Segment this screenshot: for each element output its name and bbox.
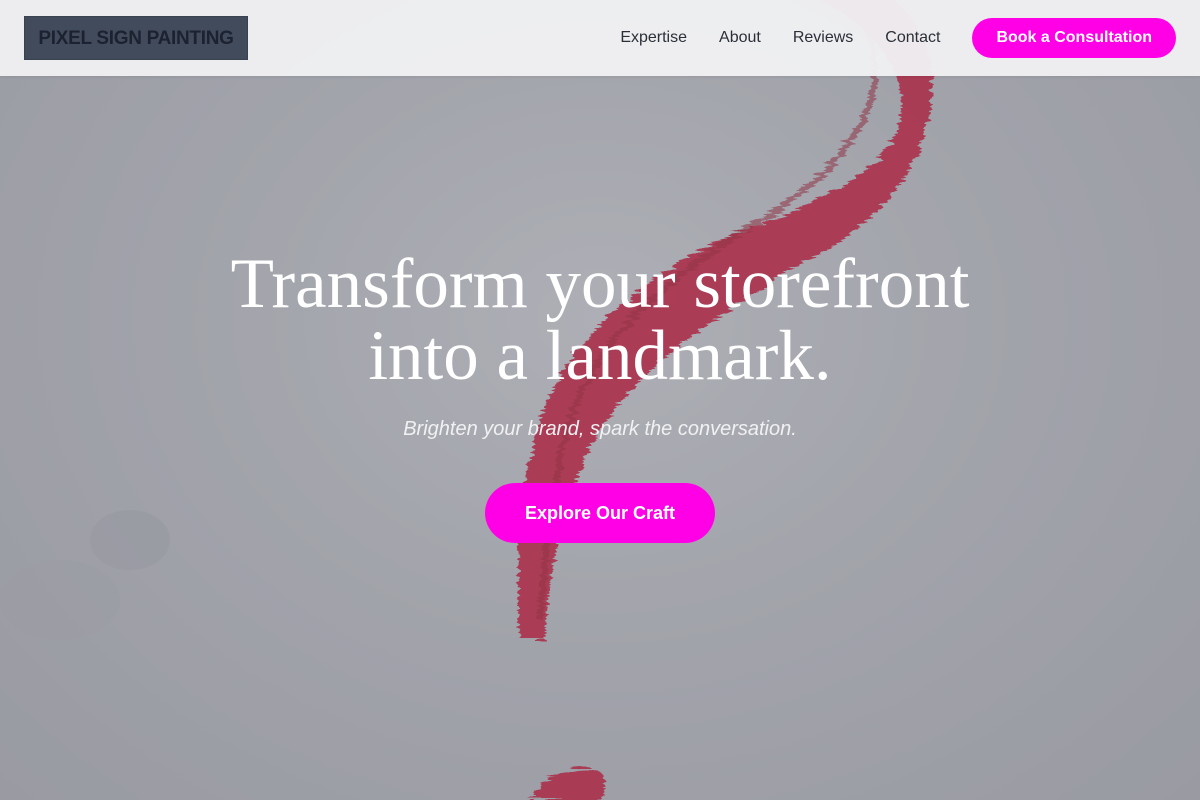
page: PIXEL SIGN PAINTING Expertise About Revi…: [0, 0, 1200, 800]
logo[interactable]: PIXEL SIGN PAINTING: [24, 16, 248, 60]
hero-content: Transform your storefront into a landmar…: [0, 248, 1200, 543]
book-consultation-button[interactable]: Book a Consultation: [972, 18, 1176, 58]
main-nav: Expertise About Reviews Contact Book a C…: [620, 0, 1176, 76]
explore-craft-button[interactable]: Explore Our Craft: [485, 483, 715, 543]
nav-link-expertise[interactable]: Expertise: [620, 29, 687, 47]
nav-link-reviews[interactable]: Reviews: [793, 29, 853, 47]
hero-title-line-1: Transform your storefront: [230, 245, 970, 323]
hero-subtitle: Brighten your brand, spark the conversat…: [403, 418, 797, 440]
nav-link-about[interactable]: About: [719, 29, 761, 47]
site-header: PIXEL SIGN PAINTING Expertise About Revi…: [0, 0, 1200, 76]
hero-title-line-2: into a landmark.: [368, 317, 832, 395]
hero-title: Transform your storefront into a landmar…: [150, 248, 1050, 392]
nav-link-contact[interactable]: Contact: [885, 29, 940, 47]
